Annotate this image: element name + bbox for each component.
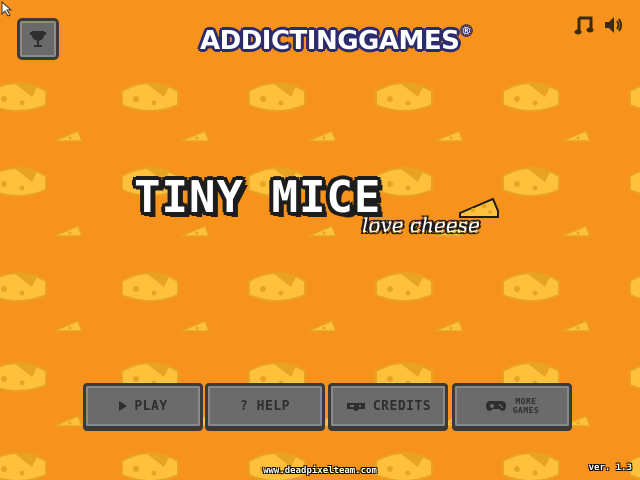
cheese-wedge-decoration bbox=[180, 130, 211, 142]
cheese-wheel-decoration bbox=[502, 167, 560, 197]
cheese-wheel-decoration bbox=[375, 167, 433, 197]
cheese-wheel-decoration bbox=[248, 82, 306, 112]
cheese-wedge-decoration bbox=[561, 320, 592, 332]
cheese-wheel-decoration bbox=[0, 82, 47, 112]
cheese-wheel-decoration bbox=[502, 82, 560, 112]
game-screen: ADDICTINGGAMES ® TINY MICE love cheese PL… bbox=[0, 0, 640, 480]
cheese-wedge-decoration bbox=[53, 320, 84, 332]
cheese-wedge-decoration bbox=[434, 320, 465, 332]
music-toggle-button[interactable] bbox=[573, 14, 595, 38]
credits-button-label: CREDITS bbox=[372, 398, 432, 414]
controller-icon bbox=[346, 403, 365, 411]
cursor-icon bbox=[0, 0, 16, 22]
play-triangle-icon bbox=[119, 401, 128, 411]
cheese-wheel-decoration bbox=[121, 272, 179, 302]
cheese-wheel-decoration bbox=[375, 82, 433, 112]
cheese-wedge-decoration bbox=[434, 130, 465, 142]
cheese-wedge-decoration bbox=[307, 320, 338, 332]
help-button-label: ? HELP bbox=[240, 398, 290, 414]
cheese-wheel-decoration bbox=[375, 272, 433, 302]
brand-text: ADDICTINGGAMES bbox=[200, 26, 460, 56]
cheese-wedge-decoration bbox=[561, 130, 592, 142]
cheese-wheel-decoration bbox=[502, 272, 560, 302]
game-title: TINY MICE bbox=[134, 172, 382, 223]
help-button[interactable]: ? HELP bbox=[205, 383, 325, 429]
speaker-icon bbox=[605, 17, 622, 33]
cheese-wedge-decoration bbox=[180, 320, 211, 332]
achievements-button[interactable] bbox=[17, 18, 59, 60]
music-note-icon bbox=[574, 16, 594, 35]
cheese-wheel-decoration bbox=[248, 272, 306, 302]
cheese-wedge-icon bbox=[459, 197, 499, 218]
play-button[interactable]: PLAY bbox=[83, 383, 203, 429]
cheese-wedge-decoration bbox=[561, 225, 592, 237]
cheese-wheel-decoration bbox=[0, 272, 47, 302]
cheese-wedge-decoration bbox=[53, 130, 84, 142]
play-button-label: PLAY bbox=[134, 398, 168, 414]
more-games-button[interactable]: MORE GAMES bbox=[452, 383, 572, 429]
more-games-button-label: MORE GAMES bbox=[512, 397, 540, 415]
version-label: ver. 1.3 bbox=[588, 463, 632, 473]
credits-button[interactable]: CREDITS bbox=[328, 383, 448, 429]
cheese-wheel-decoration bbox=[629, 85, 640, 110]
registered-mark: ® bbox=[461, 26, 471, 37]
cheese-wheel-decoration bbox=[629, 275, 640, 300]
cheese-wedge-decoration bbox=[180, 225, 211, 237]
gamepad-icon bbox=[485, 401, 506, 411]
cheese-wheel-decoration bbox=[121, 82, 179, 112]
trophy-icon bbox=[30, 31, 46, 47]
cheese-wheel-decoration bbox=[629, 365, 640, 390]
cheese-wheel-decoration bbox=[0, 362, 47, 392]
cheese-wedge-decoration bbox=[307, 130, 338, 142]
cheese-wheel-decoration bbox=[0, 167, 47, 197]
sound-toggle-button[interactable] bbox=[602, 14, 626, 38]
cheese-wedge-decoration bbox=[53, 225, 84, 237]
cheese-wedge-decoration bbox=[307, 225, 338, 237]
cheese-wheel-decoration bbox=[629, 170, 640, 195]
addictinggames-logo[interactable]: ADDICTINGGAMES ® bbox=[200, 26, 471, 66]
cheese-wedge-decoration bbox=[53, 415, 84, 427]
website-link[interactable]: www.deadpixelteam.com bbox=[0, 466, 640, 476]
